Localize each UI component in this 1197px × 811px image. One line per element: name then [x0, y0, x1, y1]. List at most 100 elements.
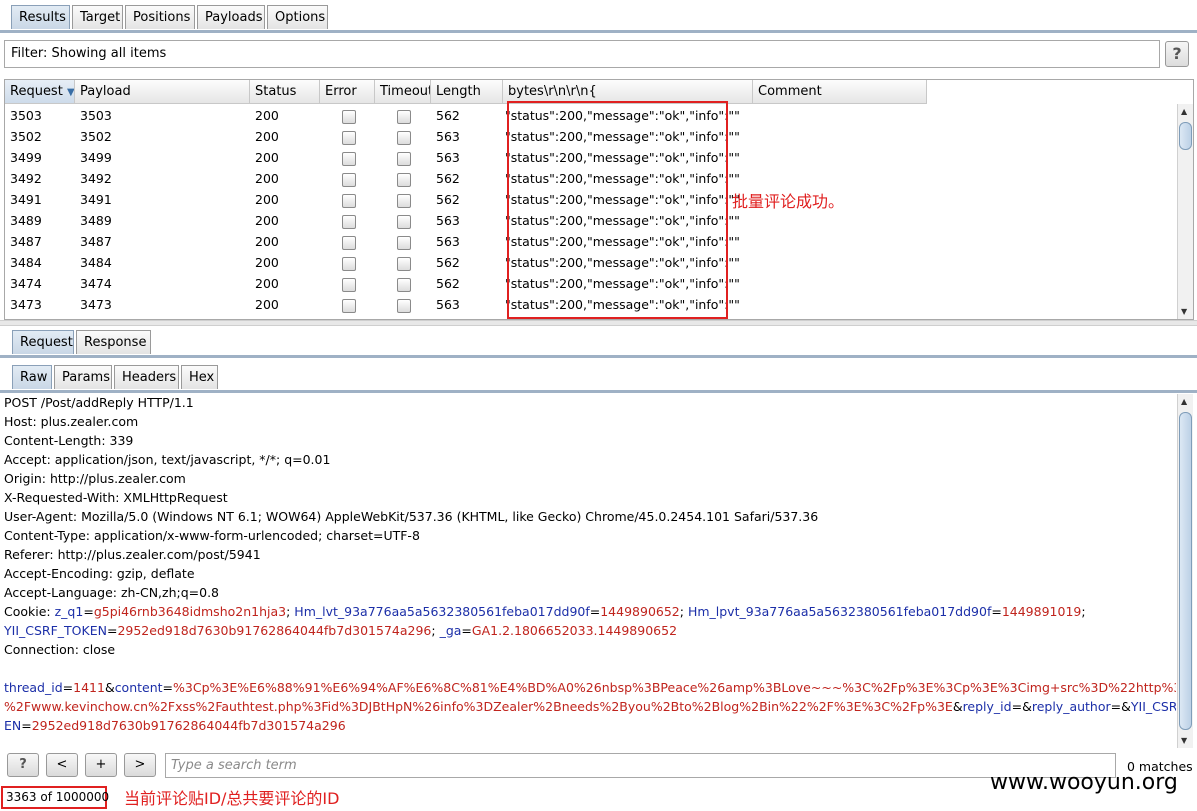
cell-comment	[753, 273, 927, 294]
cell-status: 200	[255, 213, 279, 228]
cell-comment	[753, 126, 927, 147]
col-length[interactable]: Length	[431, 80, 503, 104]
tab-payloads[interactable]: Payloads	[197, 5, 265, 29]
question-icon: ?	[19, 757, 27, 772]
error-checkbox	[342, 256, 356, 271]
timeout-checkbox	[397, 277, 411, 292]
timeout-checkbox	[397, 193, 411, 208]
filter-bar[interactable]: Filter: Showing all items	[4, 40, 1160, 68]
cell-payload: 3491	[80, 192, 112, 207]
cell-length: 562	[436, 171, 460, 186]
raw-header-line: Accept: application/json, text/javascrip…	[4, 452, 331, 467]
progress-text: 3363 of 1000000	[6, 790, 110, 804]
raw-scroll-up-icon[interactable]: ▲	[1181, 397, 1187, 406]
table-scrollbar[interactable]: ▲ ▼	[1177, 104, 1193, 319]
col-comment[interactable]: Comment	[753, 80, 927, 104]
cell-length: 562	[436, 255, 460, 270]
raw-header-line: User-Agent: Mozilla/5.0 (Windows NT 6.1;…	[4, 509, 819, 524]
cell-request: 3473	[10, 297, 42, 312]
raw-header-line: Host: plus.zealer.com	[4, 414, 139, 429]
raw-scroll-down-icon[interactable]: ▼	[1181, 736, 1187, 745]
tab-response[interactable]: Response	[76, 330, 151, 354]
search-prev-button[interactable]: <	[46, 753, 78, 777]
tab-options[interactable]: Options	[267, 5, 328, 29]
cell-comment	[753, 168, 927, 189]
cell-comment	[753, 105, 927, 126]
scroll-thumb[interactable]	[1179, 122, 1192, 150]
cell-error	[320, 189, 375, 210]
raw-scrollbar[interactable]: ▲ ▼	[1177, 394, 1193, 748]
plus-icon: +	[95, 757, 107, 772]
scroll-up-icon[interactable]: ▲	[1181, 107, 1187, 116]
timeout-checkbox	[397, 235, 411, 250]
tab-raw[interactable]: Raw	[12, 365, 52, 389]
col-request-label: Request	[10, 84, 63, 99]
cell-comment	[753, 294, 927, 315]
tab-headers[interactable]: Headers	[114, 365, 179, 389]
raw-scroll-thumb[interactable]	[1179, 412, 1192, 730]
tab-results[interactable]: Results	[11, 5, 70, 29]
cell-request: 3474	[10, 276, 42, 291]
scroll-down-icon[interactable]: ▼	[1181, 307, 1187, 316]
error-checkbox	[342, 109, 356, 124]
timeout-checkbox	[397, 109, 411, 124]
col-payload[interactable]: Payload	[75, 80, 250, 104]
col-status[interactable]: Status	[250, 80, 320, 104]
cell-request: 3492	[10, 171, 42, 186]
cell-error	[320, 126, 375, 147]
cell-payload: 3503	[80, 108, 112, 123]
cookie-line-2: YII_CSRF_TOKEN=2952ed918d7630b9176286404…	[4, 623, 678, 638]
reqresp-tab-bar: Request Response	[0, 325, 1197, 358]
view-tab-bar: Raw Params Headers Hex	[0, 360, 1197, 393]
timeout-checkbox	[397, 130, 411, 145]
cell-error	[320, 210, 375, 231]
tab-request[interactable]: Request	[12, 330, 74, 354]
col-error[interactable]: Error	[320, 80, 375, 104]
cell-payload: 3487	[80, 234, 112, 249]
annotation-progress: 当前评论贴ID/总共要评论的ID	[124, 789, 340, 808]
error-checkbox	[342, 298, 356, 313]
error-checkbox	[342, 235, 356, 250]
cell-length: 562	[436, 276, 460, 291]
search-help-button[interactable]: ?	[7, 753, 39, 777]
tab-target[interactable]: Target	[72, 5, 123, 29]
sort-desc-icon: ▼	[66, 87, 75, 98]
col-timeout[interactable]: Timeout	[375, 80, 431, 104]
filter-help-button[interactable]: ?	[1165, 41, 1189, 67]
annotation-success: 批量评论成功。	[732, 192, 845, 211]
cell-comment	[753, 231, 927, 252]
search-next-button[interactable]: >	[124, 753, 156, 777]
tab-params[interactable]: Params	[54, 365, 112, 389]
cell-length: 563	[436, 234, 460, 249]
cell-error	[320, 231, 375, 252]
cell-status: 200	[255, 234, 279, 249]
body-line-1: thread_id=1411&content=%3Cp%3E%E6%88%91%…	[4, 680, 1176, 695]
cell-request: 3484	[10, 255, 42, 270]
error-checkbox	[342, 214, 356, 229]
raw-header-line: Accept-Language: zh-CN,zh;q=0.8	[4, 585, 220, 600]
cell-timeout	[375, 147, 431, 168]
cell-error	[320, 147, 375, 168]
tab-hex[interactable]: Hex	[181, 365, 218, 389]
search-add-button[interactable]: +	[85, 753, 117, 777]
raw-header-line: Accept-Encoding: gzip, deflate	[4, 566, 195, 581]
error-checkbox	[342, 130, 356, 145]
cell-payload: 3499	[80, 150, 112, 165]
cell-request: 3491	[10, 192, 42, 207]
cell-length: 563	[436, 213, 460, 228]
raw-header-line: Content-Type: application/x-www-form-url…	[4, 528, 420, 543]
cell-payload: 3492	[80, 171, 112, 186]
tab-positions[interactable]: Positions	[125, 5, 195, 29]
col-request[interactable]: Request ▼	[5, 80, 75, 104]
cell-length: 563	[436, 297, 460, 312]
raw-request-view[interactable]: POST /Post/addReply HTTP/1.1 Host: plus.z…	[4, 393, 1176, 745]
search-input[interactable]: Type a search term	[165, 753, 1116, 778]
cell-request: 3489	[10, 213, 42, 228]
raw-header-line: Referer: http://plus.zealer.com/post/594…	[4, 547, 261, 562]
timeout-checkbox	[397, 151, 411, 166]
watermark: www.wooyun.org	[990, 770, 1178, 795]
cell-error	[320, 252, 375, 273]
table-header: Request ▼ Payload Status Error Timeout L…	[5, 80, 927, 104]
cell-timeout	[375, 105, 431, 126]
